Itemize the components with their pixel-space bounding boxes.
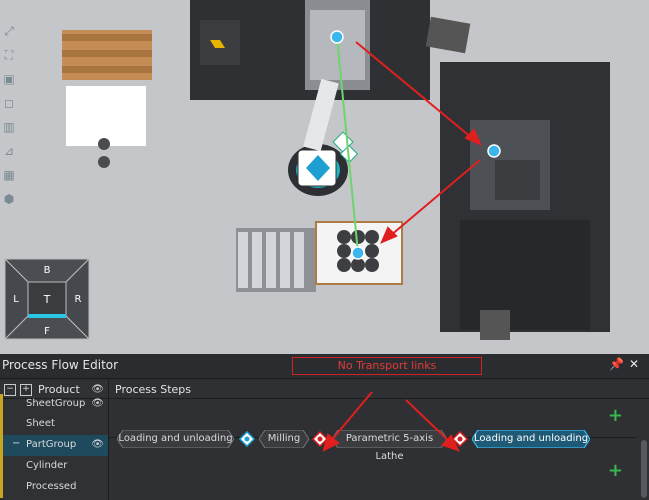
flow-node[interactable] xyxy=(487,144,501,158)
missing-link-icon[interactable] xyxy=(452,431,468,447)
missing-link-icon[interactable] xyxy=(312,431,328,447)
process-flow-editor: Process Flow Editor No Transport links 📌… xyxy=(0,354,649,500)
image-icon[interactable]: ▣ xyxy=(2,72,16,86)
tree-item-label: PartGroup xyxy=(26,439,77,450)
wooden-pallet[interactable] xyxy=(62,30,152,80)
product-tree: − + Product 👁 SheetGroup 👁 Sheet − PartG… xyxy=(0,380,109,500)
no-transport-warning: No Transport links xyxy=(292,357,482,375)
measure-icon[interactable]: ⊿ xyxy=(2,144,16,158)
add-step-icon[interactable]: + xyxy=(608,405,623,426)
nav-cube-top[interactable]: B xyxy=(44,265,51,276)
nav-cube-right[interactable]: R xyxy=(75,294,82,305)
cube-icon[interactable]: ◻ xyxy=(2,96,16,110)
nav-cube-bottom[interactable]: F xyxy=(44,326,50,337)
conveyor[interactable] xyxy=(236,221,403,292)
pin-icon[interactable]: 📌 xyxy=(609,357,624,371)
tree-item-label: SheetGroup xyxy=(26,398,86,409)
left-toolbar: ⤢ ⛶ ▣ ◻ ▥ ⊿ ▦ ⬢ xyxy=(0,20,18,206)
step-label: Loading and unloading xyxy=(473,433,589,444)
shading-icon[interactable]: ⬢ xyxy=(2,192,16,206)
grid-icon[interactable]: ▦ xyxy=(2,168,16,182)
cylinder-part[interactable] xyxy=(98,156,110,168)
panel-title: Process Flow Editor xyxy=(2,358,119,372)
layers-icon[interactable]: ▥ xyxy=(2,120,16,134)
process-step[interactable]: Parametric 5-axis Lathe xyxy=(332,430,447,462)
tree-item-sheet[interactable]: Sheet xyxy=(0,414,108,435)
zoom-icon[interactable]: ⛶ xyxy=(2,48,16,62)
tree-item-label: Processed xyxy=(26,481,77,492)
tree-item-sheetgroup[interactable]: SheetGroup 👁 xyxy=(0,394,108,415)
step-label: Parametric 5-axis Lathe xyxy=(345,433,434,462)
collapse-icon[interactable]: − xyxy=(12,438,20,449)
step-label: Milling xyxy=(267,433,301,444)
transport-link-icon[interactable] xyxy=(239,431,255,447)
add-step-icon[interactable]: + xyxy=(608,460,623,481)
tree-item-processed[interactable]: Processed xyxy=(0,477,108,498)
nav-cube-left[interactable]: L xyxy=(13,294,19,305)
scene-graphics xyxy=(0,0,649,354)
eye-icon[interactable]: 👁 xyxy=(91,439,104,450)
nav-cube-center[interactable]: T xyxy=(43,293,51,306)
panel-header: Process Flow Editor No Transport links 📌… xyxy=(0,354,649,379)
white-sheet[interactable] xyxy=(66,86,146,146)
steps-header-label: Process Steps xyxy=(115,383,192,396)
3d-viewport[interactable]: ⤢ ⛶ ▣ ◻ ▥ ⊿ ▦ ⬢ B L T R F xyxy=(0,0,649,354)
cylinder-part[interactable] xyxy=(98,138,110,150)
process-step[interactable]: Milling xyxy=(259,430,309,448)
process-step[interactable]: Loading and unloading xyxy=(117,430,234,448)
eye-icon[interactable]: 👁 xyxy=(91,398,104,409)
tree-item-cylinder[interactable]: Cylinder xyxy=(0,456,108,477)
tree-item-label: Sheet xyxy=(26,418,55,429)
flow-node[interactable] xyxy=(330,30,344,44)
tree-item-partgroup[interactable]: − PartGroup 👁 xyxy=(0,435,108,456)
process-step-selected[interactable]: Loading and unloading xyxy=(472,430,590,448)
close-icon[interactable]: ✕ xyxy=(629,357,639,371)
step-label: Loading and unloading xyxy=(118,433,233,444)
steps-header: Process Steps xyxy=(109,380,649,399)
tree-item-label: Cylinder xyxy=(26,460,68,471)
navigation-cube[interactable]: B L T R F xyxy=(3,257,91,341)
lathe-machine[interactable] xyxy=(440,62,610,340)
fit-view-icon[interactable]: ⤢ xyxy=(2,24,16,38)
scrollbar[interactable] xyxy=(641,440,647,498)
flow-node[interactable] xyxy=(351,246,365,260)
